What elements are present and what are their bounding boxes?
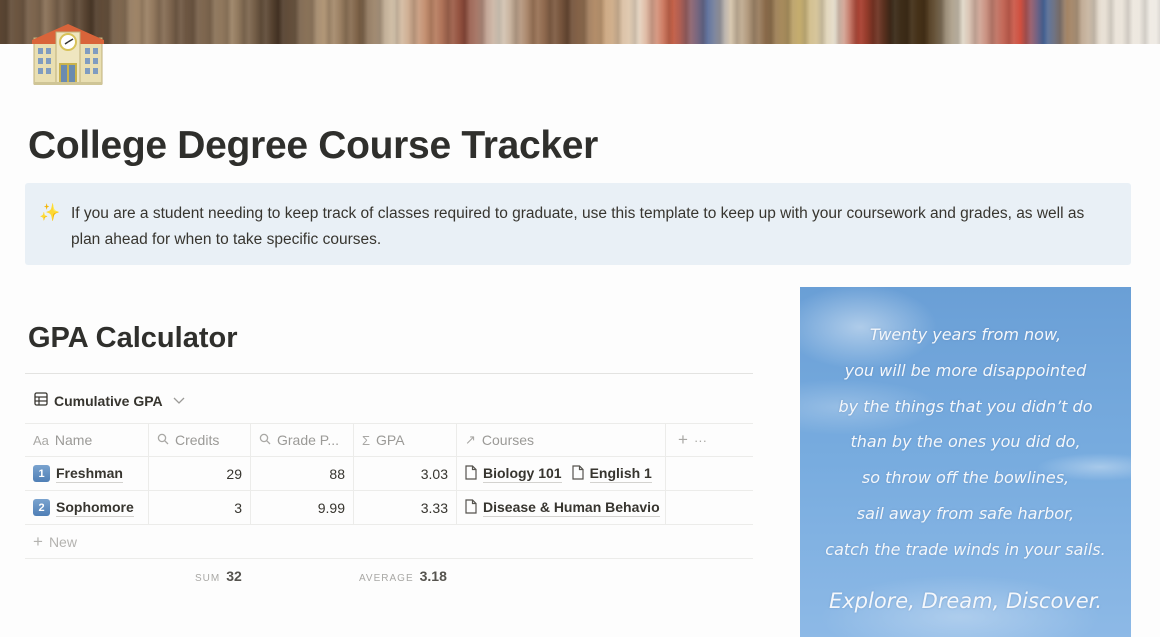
quote-line: you will be more disappointed xyxy=(844,360,1087,380)
empty-cell xyxy=(666,491,753,524)
lookup-icon xyxy=(157,433,169,448)
new-row-button[interactable]: + New xyxy=(25,525,753,559)
name-cell[interactable]: 1 Freshman xyxy=(25,457,149,490)
course-link[interactable]: Disease & Human Behavio xyxy=(465,499,660,517)
column-label: Courses xyxy=(481,432,535,448)
grade-points-cell[interactable]: 88 xyxy=(251,457,354,490)
quote-tagline: Explore, Dream, Discover. xyxy=(828,589,1103,613)
course-label: Disease & Human Behavio xyxy=(483,498,660,517)
sparkles-icon: ✨ xyxy=(39,203,61,222)
divider xyxy=(25,373,753,374)
keycap-one-icon: 1 xyxy=(33,465,50,482)
grade-points-cell[interactable]: 9.99 xyxy=(251,491,354,524)
formula-icon: Σ xyxy=(362,432,371,448)
calculation-row: SUM 32 AVERAGE 3.18 xyxy=(25,559,753,593)
column-label: Grade P... xyxy=(277,432,340,448)
quote-line: catch the trade winds in your sails. xyxy=(825,539,1106,559)
title-property-icon: Aa xyxy=(33,432,49,448)
quote-line: sail away from safe harbor, xyxy=(856,503,1075,523)
page-icon xyxy=(465,464,477,483)
courses-cell[interactable]: Disease & Human Behavio xyxy=(457,491,666,524)
column-header-credits[interactable]: Credits xyxy=(149,424,251,456)
quote-image[interactable]: Twenty years from now, you will be more … xyxy=(800,287,1131,637)
course-link[interactable]: English 1 xyxy=(571,464,652,483)
lookup-icon xyxy=(259,433,271,448)
table-icon xyxy=(34,392,48,409)
keycap-two-icon: 2 xyxy=(33,499,50,516)
add-property-button[interactable]: + xyxy=(678,430,688,450)
table-row[interactable]: 1 Freshman 29 88 3.03 Biology 101 Englis… xyxy=(25,457,753,491)
view-tab-cumulative-gpa[interactable]: Cumulative GPA xyxy=(34,392,185,409)
relation-icon: ↗ xyxy=(465,432,476,447)
quote-line: by the things that you didn’t do xyxy=(838,396,1093,416)
more-options-button[interactable]: ··· xyxy=(694,433,707,448)
quote-line: so throw off the bowlines, xyxy=(861,468,1070,488)
column-header-gpa[interactable]: Σ GPA xyxy=(354,424,457,456)
column-label: Credits xyxy=(175,432,220,448)
course-link[interactable]: Biology 101 xyxy=(465,465,562,483)
course-label: English 1 xyxy=(589,464,652,483)
gpa-calculation[interactable]: AVERAGE 3.18 xyxy=(359,568,447,584)
course-label: Biology 101 xyxy=(483,464,562,483)
calc-label: AVERAGE xyxy=(359,573,414,584)
quote-line: than by the ones you did do, xyxy=(850,432,1081,452)
new-row-label: New xyxy=(48,533,77,550)
courses-cell[interactable]: Biology 101 English 1 xyxy=(457,457,666,490)
gpa-table: Aa Name Credits Grade P... Σ GPA ↗ Cours… xyxy=(25,423,753,593)
column-header-name[interactable]: Aa Name xyxy=(25,424,149,456)
callout-block[interactable]: ✨ If you are a student needing to keep t… xyxy=(25,183,1131,265)
column-header-grade-points[interactable]: Grade P... xyxy=(251,424,354,456)
table-header-row: Aa Name Credits Grade P... Σ GPA ↗ Cours… xyxy=(25,423,753,457)
plus-icon: + xyxy=(33,531,43,551)
column-label: GPA xyxy=(376,432,405,448)
credits-cell[interactable]: 29 xyxy=(149,457,251,490)
calc-value: 3.18 xyxy=(419,568,447,584)
gpa-cell[interactable]: 3.33 xyxy=(354,491,457,524)
callout-text[interactable]: If you are a student needing to keep tra… xyxy=(71,201,1111,265)
gpa-calculator-heading[interactable]: GPA Calculator xyxy=(28,322,238,355)
page-title[interactable]: College Degree Course Tracker xyxy=(28,124,598,168)
credits-cell[interactable]: 3 xyxy=(149,491,251,524)
cover-image[interactable] xyxy=(0,0,1160,44)
quote-text: Twenty years from now, you will be more … xyxy=(800,317,1131,568)
calc-value: 32 xyxy=(226,568,242,584)
chevron-down-icon[interactable] xyxy=(173,394,185,408)
calc-label: SUM xyxy=(195,573,221,584)
name-cell[interactable]: 2 Sophomore xyxy=(25,491,149,524)
page-icon xyxy=(571,464,584,483)
column-label: Name xyxy=(54,432,93,448)
view-tab-label: Cumulative GPA xyxy=(54,392,163,409)
gpa-cell[interactable]: 3.03 xyxy=(354,457,457,490)
credits-calculation[interactable]: SUM 32 xyxy=(195,568,242,584)
empty-cell xyxy=(666,457,753,490)
column-header-courses[interactable]: ↗ Courses xyxy=(457,424,666,456)
column-actions: + ··· xyxy=(666,424,753,456)
quote-line: Twenty years from now, xyxy=(869,325,1062,344)
school-building-icon[interactable] xyxy=(30,20,106,86)
row-name[interactable]: Freshman xyxy=(56,465,123,483)
table-row[interactable]: 2 Sophomore 3 9.99 3.33 Disease & Human … xyxy=(25,491,753,525)
page-icon xyxy=(465,498,477,517)
row-name[interactable]: Sophomore xyxy=(56,499,134,517)
